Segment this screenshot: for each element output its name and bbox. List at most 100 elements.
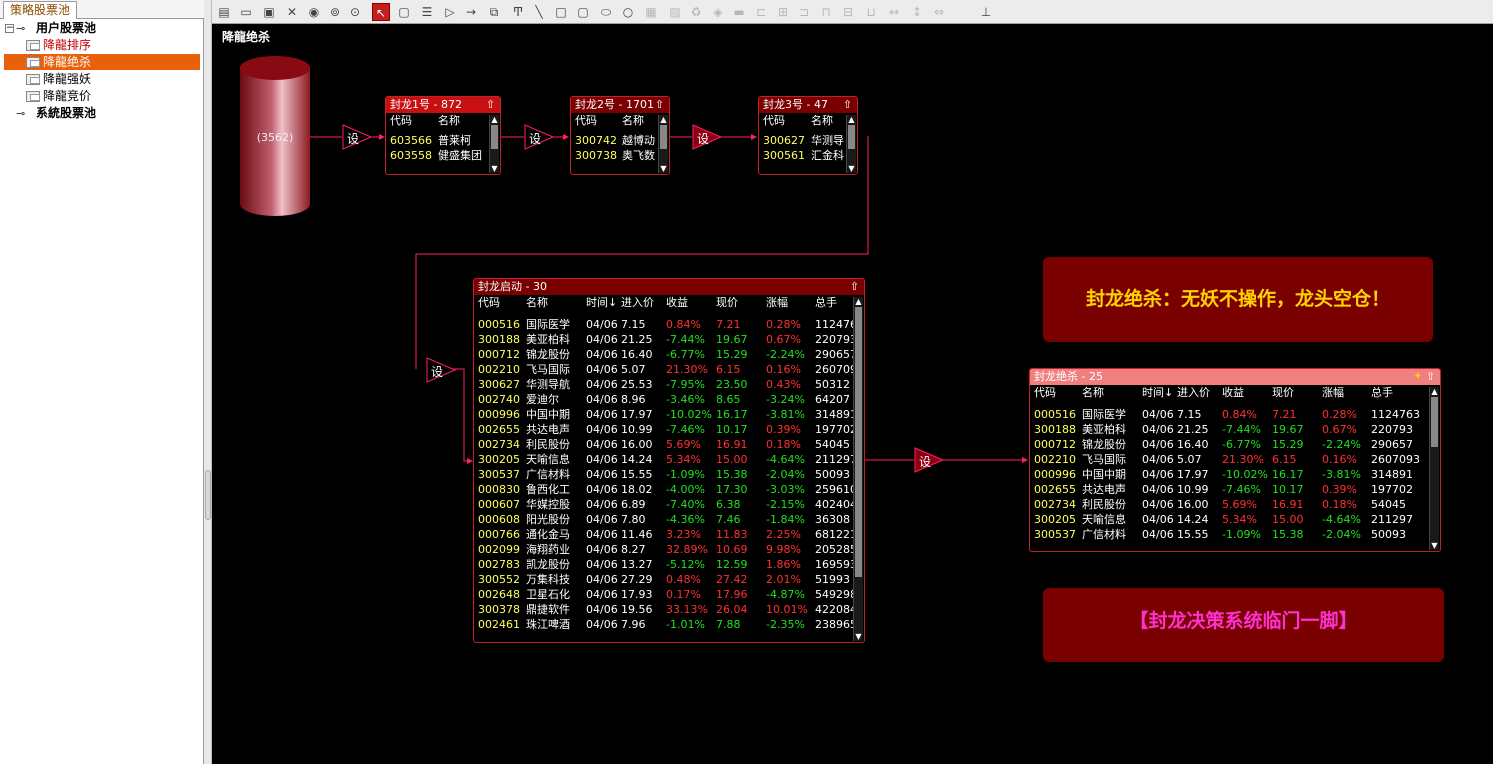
panel-fenglong-start[interactable]: 封龙启动 - 30 ⇧ 代码 名称 时间↓ 进入价 收益 现价 涨幅 总手 000516 国际医学 04…: [473, 278, 865, 643]
maximize-icon[interactable]: ⇧: [484, 98, 497, 111]
scroll-up-icon[interactable]: ▲: [490, 115, 499, 124]
arrow-icon[interactable]: →: [462, 3, 480, 21]
column-header[interactable]: 总手: [1371, 385, 1393, 400]
column-header[interactable]: 名称: [1082, 385, 1104, 400]
pen-icon[interactable]: ▬: [730, 3, 748, 21]
table-row[interactable]: 002734 利民股份 04/06 16.00 5.69% 16.91 0.18% 54045: [1030, 497, 1428, 512]
setter-node[interactable]: 设: [524, 124, 558, 150]
recycle-icon[interactable]: ♻: [687, 3, 705, 21]
table-row[interactable]: 000608 阳光股份 04/06 7.80 -4.36% 7.46 -1.84% 36308: [474, 512, 852, 527]
table-row[interactable]: 000516 国际医学 04/06 7.15 0.84% 7.21 0.28% 1124763: [1030, 407, 1428, 422]
text-icon[interactable]: Ͳ: [509, 3, 527, 21]
tree-item-user-pool[interactable]: ⊸ 用户股票池: [16, 20, 96, 36]
column-header[interactable]: 代码: [763, 113, 785, 128]
scroll-up-icon[interactable]: ▲: [847, 115, 856, 124]
table-row[interactable]: 002461 珠江啤酒 04/06 7.96 -1.01% 7.88 -2.35% 23896…: [474, 617, 857, 632]
copy-icon[interactable]: ⧉: [485, 3, 503, 21]
table-row[interactable]: 300627 华测导航 04/06 25.53 -7.95% 23.50 0.43% 5031…: [474, 377, 852, 392]
scroll-thumb[interactable]: [1431, 397, 1438, 447]
table-row[interactable]: 300205 天喻信息 04/06 14.24 5.34% 15.00 -4.64% 2112…: [474, 452, 857, 467]
scroll-up-icon[interactable]: ▲: [1430, 387, 1439, 396]
tab-strategy-pool[interactable]: 策略股票池: [3, 1, 78, 19]
column-header[interactable]: 代码: [390, 113, 412, 128]
ungroup-icon[interactable]: ▧: [666, 3, 684, 21]
list-icon[interactable]: ☰: [418, 3, 436, 21]
table-row[interactable]: 002099 海翔药业 04/06 8.27 32.89% 10.69 9.98% 20528…: [474, 542, 857, 557]
table-row[interactable]: 002210 飞马国际 04/06 5.07 21.30% 6.15 0.16% 260709…: [1030, 452, 1428, 467]
column-header[interactable]: 涨幅: [766, 295, 788, 310]
table-row[interactable]: 002210 飞马国际 04/06 5.07 21.30% 6.15 0.16% 260709: [474, 362, 857, 377]
table-row[interactable]: 000766 通化金马 04/06 11.46 3.23% 11.83 2.25% 68122…: [474, 527, 857, 542]
run-icon[interactable]: ◉: [305, 3, 323, 21]
tree-item-kill[interactable]: 降龍绝杀: [4, 54, 200, 70]
column-header[interactable]: 时间↓: [1142, 385, 1173, 400]
table-row[interactable]: 000830 鲁西化工 04/06 18.02 -4.00% 17.30 -3.03% 259…: [474, 482, 857, 497]
splitter-grip[interactable]: [205, 470, 211, 520]
collapse-icon[interactable]: −: [5, 24, 14, 33]
table-row[interactable]: 000996 中国中期 04/06 17.97 -10.02% 16.17 -3.81% 31…: [474, 407, 857, 422]
triangle-icon[interactable]: ▷: [441, 3, 459, 21]
column-header[interactable]: 名称: [438, 113, 460, 128]
column-header[interactable]: 代码: [575, 113, 597, 128]
table-row[interactable]: 000607 华媒控股 04/06 6.89 -7.40% 6.38 -2.15% 40240…: [474, 497, 857, 512]
table-row[interactable]: 300742 越博动: [571, 133, 657, 148]
same-size-icon[interactable]: ⇔: [930, 3, 948, 21]
splitter[interactable]: [204, 0, 212, 764]
fill-icon[interactable]: ◈: [709, 3, 727, 21]
panel-fenglong1[interactable]: 封龙1号 - 872 ⇧ 代码 名称 603566 普莱柯 603558 健盛集团 ▲ ▼: [385, 96, 501, 175]
column-header[interactable]: 现价: [716, 295, 738, 310]
table-row[interactable]: 002648 卫星石化 04/06 17.93 0.17% 17.96 -4.87% 5492…: [474, 587, 857, 602]
table-row[interactable]: 000712 锦龙股份 04/06 16.40 -6.77% 15.29 -2.24% 290…: [1030, 437, 1428, 452]
panel-title[interactable]: 封龙绝杀 - 25: [1030, 369, 1440, 385]
scroll-down-icon[interactable]: ▼: [659, 164, 668, 173]
table-row[interactable]: 000712 锦龙股份 04/06 16.40 -6.77% 15.29 -2.24% 290…: [474, 347, 857, 362]
new-doc-icon[interactable]: ▤: [215, 3, 233, 21]
table-row[interactable]: 603566 普莱柯: [386, 133, 488, 148]
table-row[interactable]: 603558 健盛集团: [386, 148, 488, 163]
table-row[interactable]: 002655 共达电声 04/06 10.99 -7.46% 10.17 0.39% 1977…: [474, 422, 857, 437]
panel-title[interactable]: 封龙启动 - 30: [474, 279, 864, 295]
table-row[interactable]: 002734 利民股份 04/06 16.00 5.69% 16.91 0.18% 54045: [474, 437, 852, 452]
panel-title[interactable]: 封龙1号 - 872: [386, 97, 500, 113]
table-row[interactable]: 002655 共达电声 04/06 10.99 -7.46% 10.17 0.39% 1977…: [1030, 482, 1428, 497]
column-header[interactable]: 进入价: [1177, 385, 1210, 400]
table-row[interactable]: 002740 爱迪尔 04/06 8.96 -3.46% 8.65 -3.24% 64207: [474, 392, 852, 407]
table-row[interactable]: 300561 汇金科: [759, 148, 845, 163]
table-row[interactable]: 002783 凯龙股份 04/06 13.27 -5.12% 12.59 1.86% 1695…: [474, 557, 857, 572]
stop-icon[interactable]: ⊙: [346, 3, 364, 21]
scroll-down-icon[interactable]: ▼: [490, 164, 499, 173]
scroll-thumb[interactable]: [855, 307, 862, 577]
pause-icon[interactable]: ⊚: [326, 3, 344, 21]
tree-item-auction[interactable]: 降龍竞价: [26, 88, 91, 104]
group-icon[interactable]: ▦: [642, 3, 660, 21]
align-center-icon[interactable]: ⊞: [774, 3, 792, 21]
scroll-down-icon[interactable]: ▼: [1430, 541, 1439, 550]
maximize-icon[interactable]: ⇧: [848, 280, 861, 293]
column-header[interactable]: 时间↓: [586, 295, 617, 310]
column-header[interactable]: 涨幅: [1322, 385, 1344, 400]
line-icon[interactable]: ╲: [530, 3, 548, 21]
table-row[interactable]: 000516 国际医学 04/06 7.15 0.84% 7.21 0.28% 112476: [474, 317, 857, 332]
maximize-icon[interactable]: ⇧: [653, 98, 666, 111]
align-middle-icon[interactable]: ⊟: [839, 3, 857, 21]
table-row[interactable]: 300537 广信材料 04/06 15.55 -1.09% 15.38 -2.04% 500…: [1030, 527, 1428, 542]
scroll-down-icon[interactable]: ▼: [854, 632, 863, 641]
scroll-thumb[interactable]: [848, 125, 855, 149]
save-icon[interactable]: ▣: [260, 3, 278, 21]
rounded-rect-icon[interactable]: ▢: [395, 3, 413, 21]
same-width-icon[interactable]: ↔: [885, 3, 903, 21]
table-row[interactable]: 300378 鼎捷软件 04/06 19.56 33.13% 26.04 10.01% 422…: [474, 602, 857, 617]
scrollbar[interactable]: ▲ ▼: [1429, 387, 1439, 550]
column-header[interactable]: 收益: [666, 295, 688, 310]
align-left-icon[interactable]: ⊏: [752, 3, 770, 21]
align-bottom-icon[interactable]: ⊔: [862, 3, 880, 21]
grid-icon[interactable]: ⊥: [977, 3, 995, 21]
scroll-down-icon[interactable]: ▼: [847, 164, 856, 173]
open-icon[interactable]: ▭: [237, 3, 255, 21]
pointer-icon[interactable]: ↖: [372, 3, 390, 21]
rect-icon[interactable]: □: [552, 3, 570, 21]
setter-node[interactable]: 设: [426, 357, 460, 383]
column-header[interactable]: 代码: [478, 295, 500, 310]
table-row[interactable]: 300738 奥飞数: [571, 148, 657, 163]
maximize-icon[interactable]: ⇧: [1424, 370, 1437, 383]
